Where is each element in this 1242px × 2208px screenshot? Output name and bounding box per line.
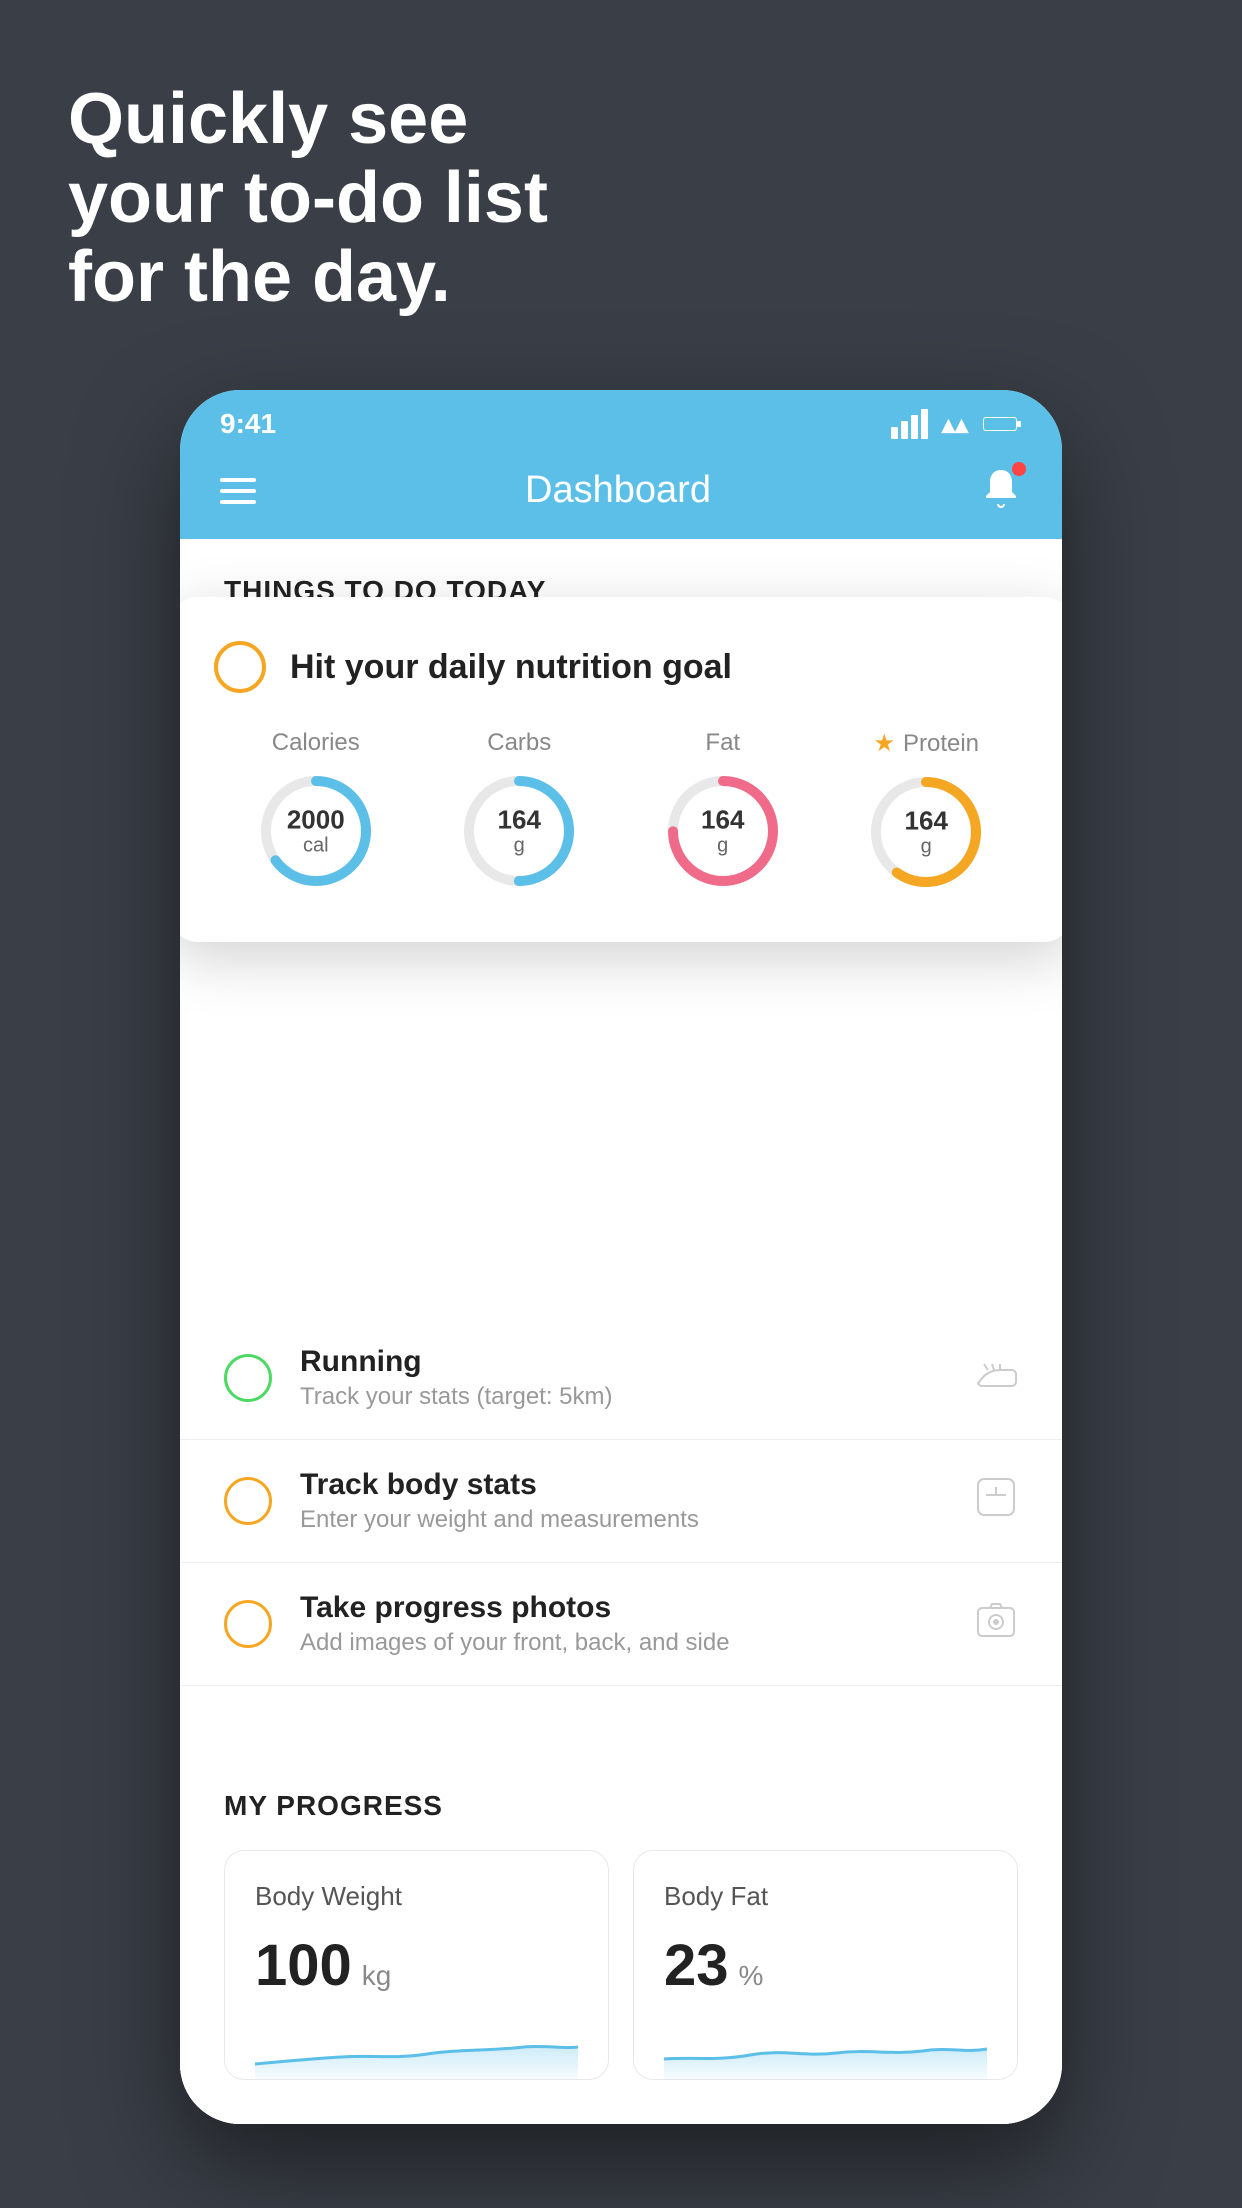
wifi-icon: ▴▴ [942,409,968,440]
carbs-ring: 164 g [459,771,579,891]
status-bar: 9:41 ▴▴ [180,390,1062,450]
nutrition-carbs: Carbs 164 g [459,729,579,891]
card-title: Hit your daily nutrition goal [290,648,732,687]
nutrition-card: Hit your daily nutrition goal Calories [180,597,1062,942]
body-weight-title: Body Weight [255,1881,578,1912]
todo-title-body-stats: Track body stats [300,1468,699,1502]
protein-label: Protein [903,730,979,758]
body-fat-chart [664,2019,987,2079]
nutrition-row: Calories 2000 cal [214,729,1028,892]
todo-title-photos: Take progress photos [300,1591,730,1625]
protein-label-row: ★ Protein [873,729,979,758]
body-weight-unit: kg [362,1960,392,1992]
nutrition-fat: Fat 164 g [663,729,783,891]
hero-line3: for the day. [68,238,548,317]
todo-item-photos[interactable]: Take progress photos Add images of your … [180,1563,1062,1686]
notification-dot [1012,462,1026,476]
calories-value: 2000 [287,806,345,835]
time-display: 9:41 [220,408,276,440]
protein-unit: g [905,835,948,857]
nav-title: Dashboard [525,469,711,512]
app-content: THINGS TO DO TODAY Hit your daily nutrit… [180,539,1062,2124]
carbs-label: Carbs [487,729,551,757]
body-fat-value-row: 23 % [664,1932,987,1999]
todo-subtitle-photos: Add images of your front, back, and side [300,1629,730,1657]
fat-ring: 164 g [663,771,783,891]
progress-section: MY PROGRESS Body Weight 100 kg [180,1746,1062,2124]
star-icon: ★ [873,729,895,758]
body-weight-card[interactable]: Body Weight 100 kg [224,1850,609,2080]
photo-icon [974,1598,1018,1651]
todo-section: Running Track your stats (target: 5km) [180,1317,1062,1686]
scale-icon [974,1475,1018,1528]
calories-unit: cal [287,834,345,856]
calories-ring: 2000 cal [256,771,376,891]
body-fat-title: Body Fat [664,1881,987,1912]
notification-bell[interactable] [980,466,1022,515]
body-fat-value: 23 [664,1932,729,1999]
hamburger-menu[interactable] [220,471,256,511]
fat-unit: g [701,834,744,856]
todo-item-body-stats[interactable]: Track body stats Enter your weight and m… [180,1440,1062,1563]
todo-circle-photos [224,1600,272,1648]
carbs-unit: g [498,834,541,856]
protein-value: 164 [905,807,948,836]
body-weight-value-row: 100 kg [255,1932,578,1999]
phone-mockup: 9:41 ▴▴ Dashboard [180,390,1062,2124]
fat-label: Fat [705,729,740,757]
hero-line1: Quickly see [68,80,548,159]
progress-cards: Body Weight 100 kg [224,1850,1018,2080]
protein-ring: 164 g [866,772,986,892]
todo-subtitle-running: Track your stats (target: 5km) [300,1383,613,1411]
todo-subtitle-body-stats: Enter your weight and measurements [300,1506,699,1534]
hero-text: Quickly see your to-do list for the day. [68,80,548,318]
todo-text-running: Running Track your stats (target: 5km) [300,1345,613,1411]
body-weight-chart [255,2019,578,2079]
card-title-row: Hit your daily nutrition goal [214,641,1028,693]
battery-icon [982,414,1022,434]
body-fat-unit: % [739,1960,764,1992]
fat-value: 164 [701,806,744,835]
todo-text-photos: Take progress photos Add images of your … [300,1591,730,1657]
nutrition-calories: Calories 2000 cal [256,729,376,891]
calories-label: Calories [272,729,360,757]
signal-icon [891,409,928,439]
hero-line2: your to-do list [68,159,548,238]
progress-header: MY PROGRESS [224,1790,1018,1822]
shoe-icon [974,1356,1018,1401]
todo-circle-running [224,1354,272,1402]
todo-circle-nutrition[interactable] [214,641,266,693]
todo-circle-body-stats [224,1477,272,1525]
todo-item-running[interactable]: Running Track your stats (target: 5km) [180,1317,1062,1440]
todo-title-running: Running [300,1345,613,1379]
carbs-value: 164 [498,806,541,835]
body-weight-value: 100 [255,1932,352,1999]
todo-text-body-stats: Track body stats Enter your weight and m… [300,1468,699,1534]
body-fat-card[interactable]: Body Fat 23 % [633,1850,1018,2080]
status-icons: ▴▴ [891,409,1022,440]
nav-bar: Dashboard [180,450,1062,539]
nutrition-protein: ★ Protein 164 g [866,729,986,892]
